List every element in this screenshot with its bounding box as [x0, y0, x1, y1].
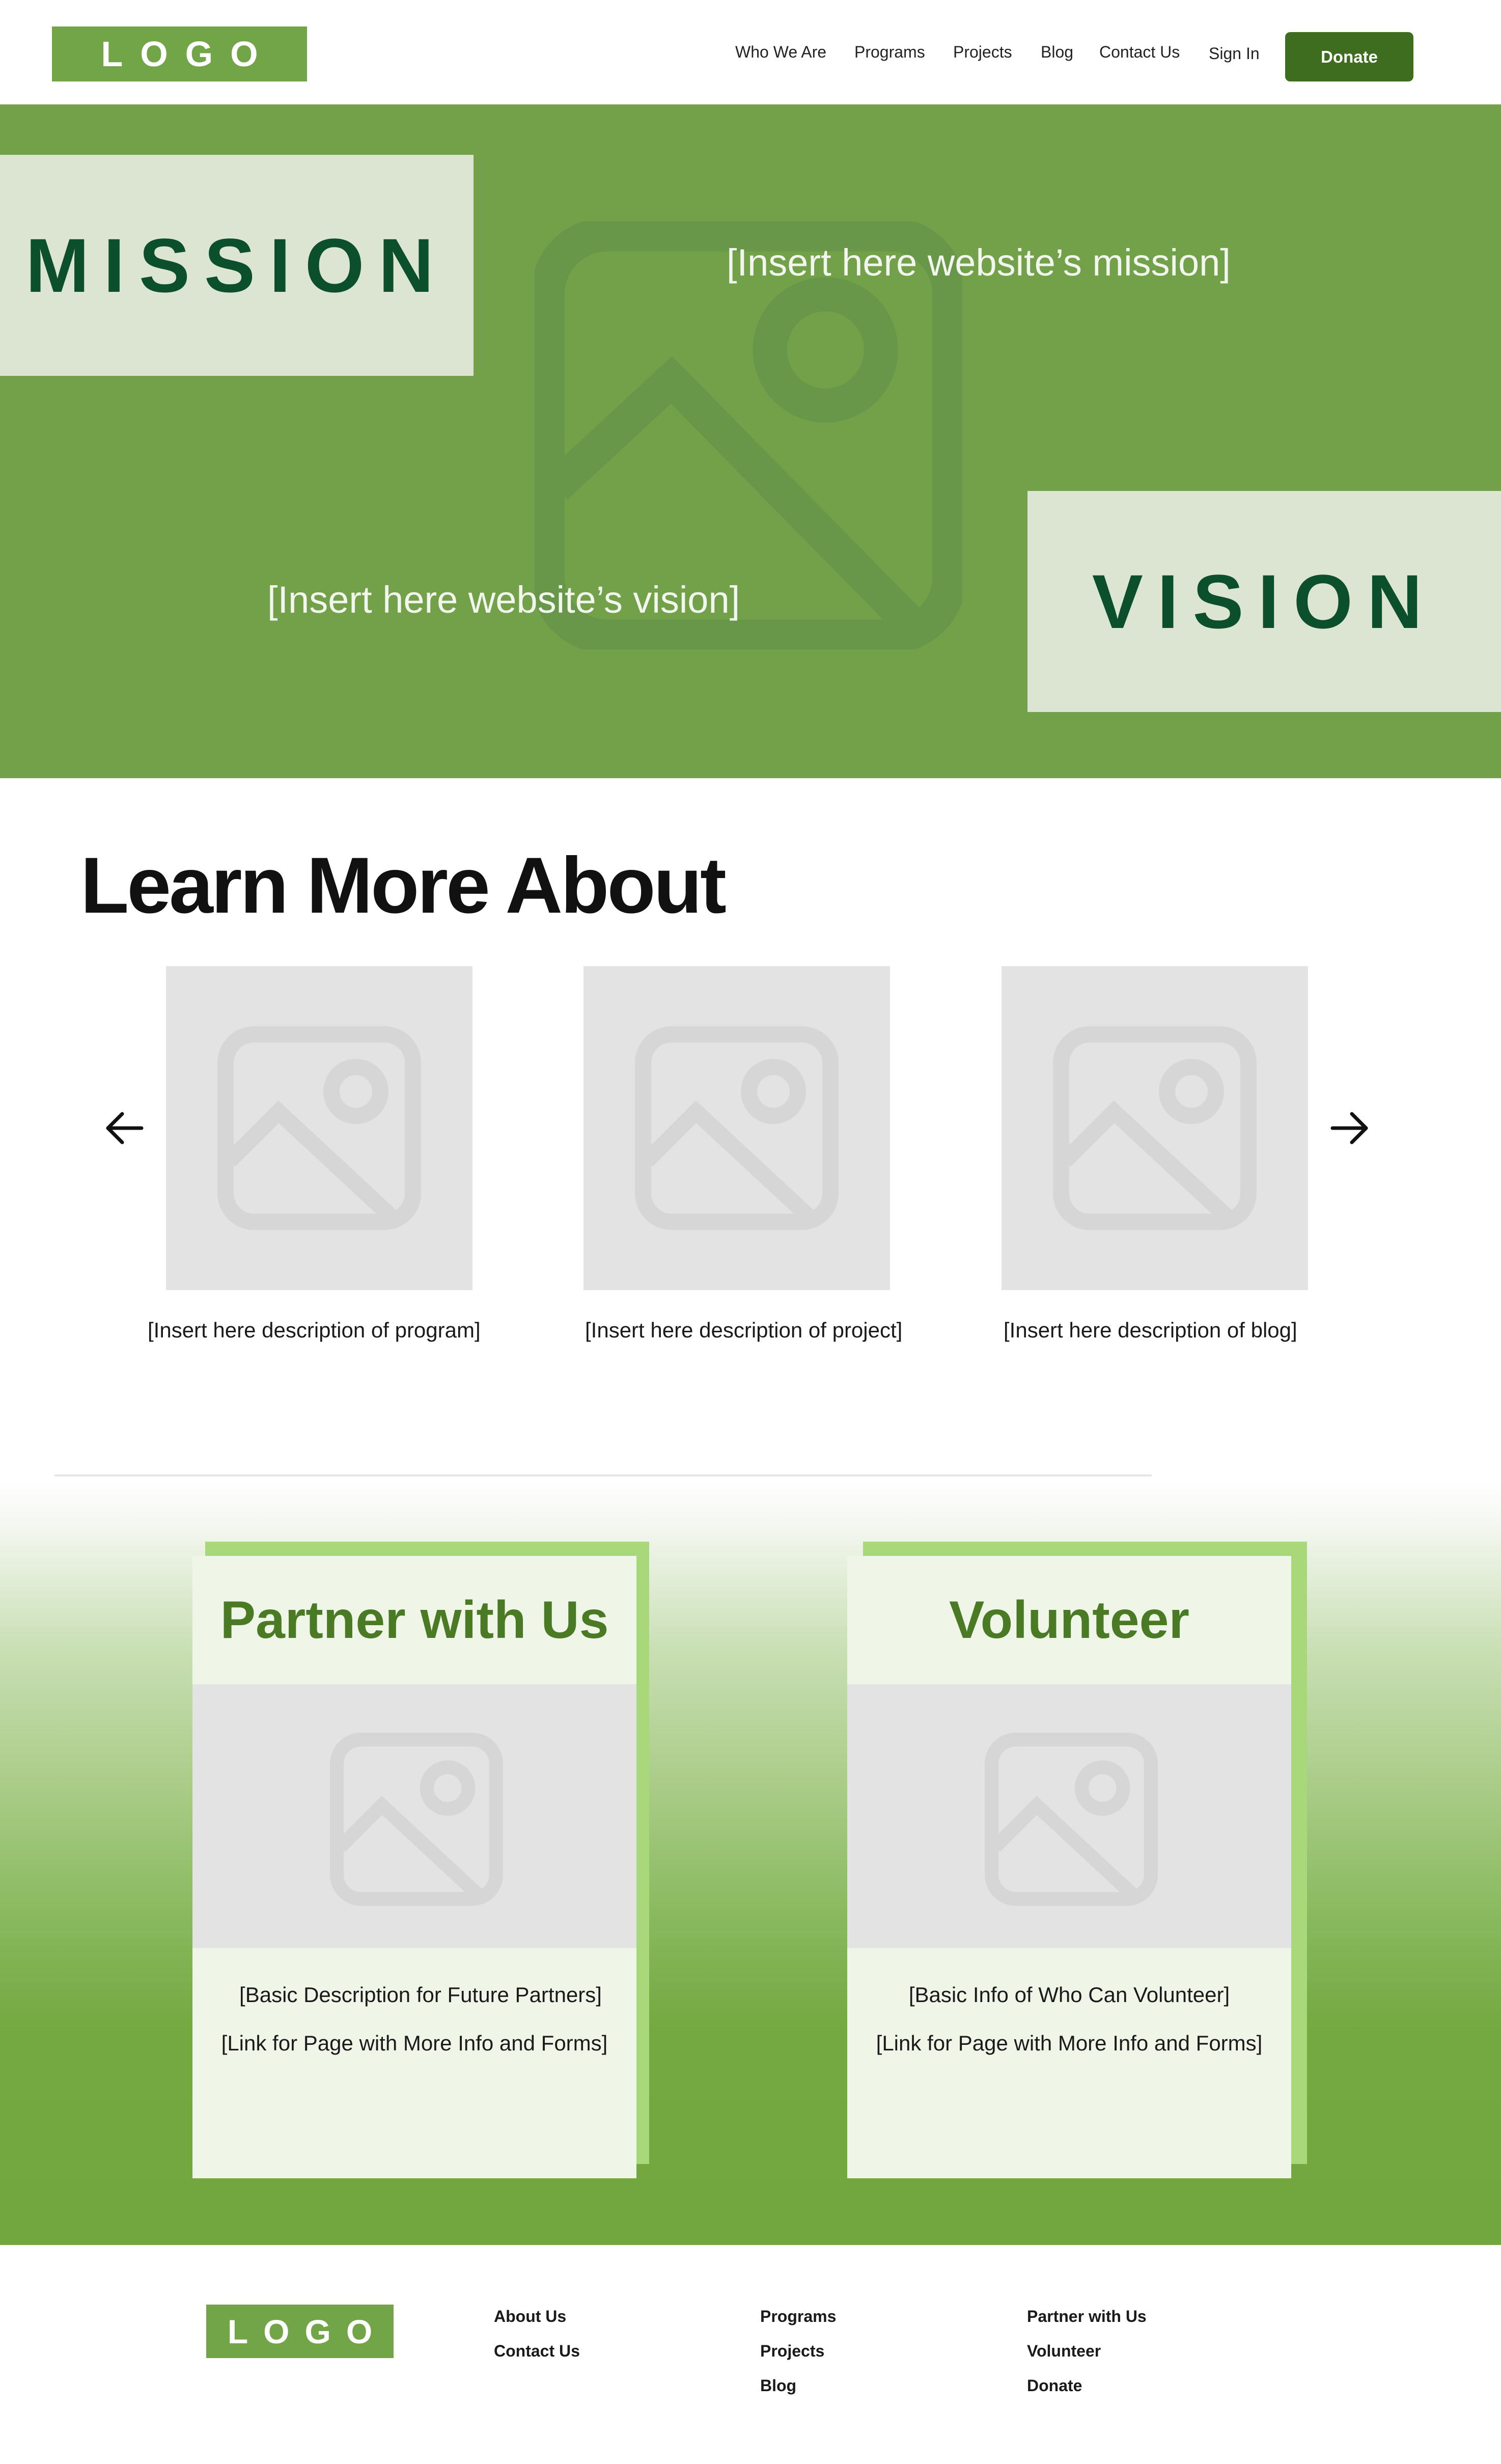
partner-title: Partner with Us — [220, 1590, 609, 1650]
arrow-right-icon[interactable] — [1326, 1105, 1372, 1151]
nav-contact-us[interactable]: Contact Us — [1099, 43, 1180, 62]
partner-image — [192, 1684, 636, 1948]
learn-more-title: Learn More About — [80, 841, 727, 930]
footer-donate[interactable]: Donate — [1027, 2376, 1082, 2395]
vision-label-box: VISION — [1027, 491, 1501, 712]
nav-projects[interactable]: Projects — [953, 43, 1012, 62]
partner-card[interactable]: Partner with Us [Basic Description for F… — [192, 1556, 636, 2178]
nav-programs[interactable]: Programs — [854, 43, 925, 62]
mission-label-box: MISSION — [0, 155, 474, 376]
project-card-image[interactable] — [583, 966, 890, 1290]
image-placeholder-icon — [330, 1733, 503, 1906]
footer-projects[interactable]: Projects — [760, 2342, 824, 2361]
volunteer-image — [847, 1684, 1291, 1948]
volunteer-card[interactable]: Volunteer [Basic Info of Who Can Volunte… — [847, 1556, 1291, 2178]
blog-card-image[interactable] — [1002, 966, 1308, 1290]
arrow-left-icon[interactable] — [102, 1105, 148, 1151]
section-divider — [54, 1474, 1152, 1476]
image-placeholder-icon — [1053, 1026, 1257, 1230]
vision-heading: VISION — [1092, 558, 1437, 644]
program-card-description: [Insert here description of program] — [148, 1318, 481, 1342]
site-header: LOGO Who We Are Programs Projects Blog C… — [0, 0, 1501, 104]
image-placeholder-icon — [217, 1026, 421, 1230]
donate-button[interactable]: Donate — [1285, 32, 1413, 81]
image-placeholder-icon — [635, 1026, 839, 1230]
blog-card-description: [Insert here description of blog] — [1004, 1318, 1297, 1342]
program-card-image[interactable] — [166, 966, 472, 1290]
footer-about-us[interactable]: About Us — [494, 2307, 566, 2326]
volunteer-title: Volunteer — [949, 1590, 1189, 1650]
footer-blog[interactable]: Blog — [760, 2376, 796, 2395]
volunteer-description: [Basic Info of Who Can Volunteer] — [908, 1983, 1230, 2007]
mission-heading: MISSION — [25, 222, 448, 308]
nav-blog[interactable]: Blog — [1041, 43, 1073, 62]
partner-description: [Basic Description for Future Partners] — [239, 1983, 602, 2007]
site-footer: LOGO About Us Contact Us Programs Projec… — [0, 2245, 1501, 2464]
sign-in-link[interactable]: Sign In — [1209, 44, 1260, 63]
footer-contact-us[interactable]: Contact Us — [494, 2342, 580, 2361]
footer-logo[interactable]: LOGO — [206, 2305, 394, 2358]
nav-who-we-are[interactable]: Who We Are — [735, 43, 826, 62]
vision-text: [Insert here website’s vision] — [267, 579, 740, 621]
footer-volunteer[interactable]: Volunteer — [1027, 2342, 1101, 2361]
image-placeholder-icon — [985, 1733, 1158, 1906]
mission-text: [Insert here website’s mission] — [727, 241, 1231, 284]
logo[interactable]: LOGO — [52, 26, 307, 81]
project-card-description: [Insert here description of project] — [585, 1318, 903, 1342]
volunteer-more-info-link[interactable]: [Link for Page with More Info and Forms] — [847, 2031, 1291, 2056]
partner-more-info-link[interactable]: [Link for Page with More Info and Forms] — [192, 2031, 636, 2056]
hero-section: MISSION [Insert here website’s mission] … — [0, 104, 1501, 778]
footer-programs[interactable]: Programs — [760, 2307, 836, 2326]
footer-partner-with-us[interactable]: Partner with Us — [1027, 2307, 1147, 2326]
cta-section: Partner with Us [Basic Description for F… — [0, 1482, 1501, 2245]
